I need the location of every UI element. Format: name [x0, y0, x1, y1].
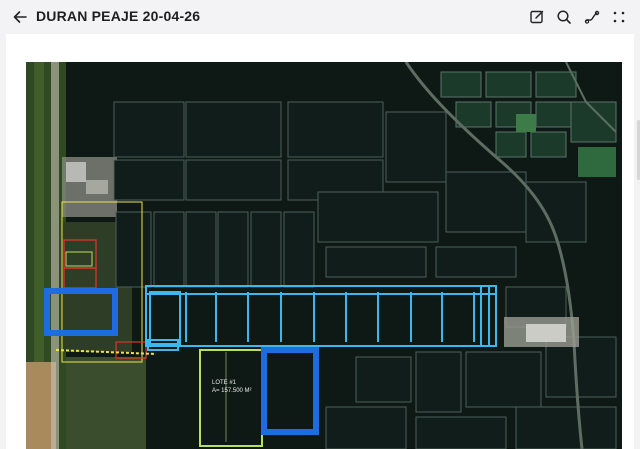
top-bar: DURAN PEAJE 20-04-26 — [0, 0, 640, 34]
arrow-left-icon — [13, 11, 27, 23]
lote-label: LOTE #1 — [212, 380, 237, 386]
lote-area-label: A= 157.500 M² — [212, 388, 252, 394]
draw-button[interactable] — [582, 7, 602, 27]
edit-button[interactable] — [527, 7, 547, 27]
map-drawing: LOTE #1 A= 157.500 M² — [26, 62, 622, 449]
edit-icon — [530, 10, 544, 24]
search-button[interactable] — [554, 7, 574, 27]
more-button[interactable] — [609, 7, 629, 27]
document-title: DURAN PEAJE 20-04-26 — [36, 8, 201, 24]
back-button[interactable] — [10, 7, 30, 27]
draw-icon — [584, 10, 600, 24]
more-icon — [613, 11, 625, 23]
search-icon — [557, 10, 571, 24]
satellite-map-image: LOTE #1 A= 157.500 M² — [26, 62, 622, 449]
